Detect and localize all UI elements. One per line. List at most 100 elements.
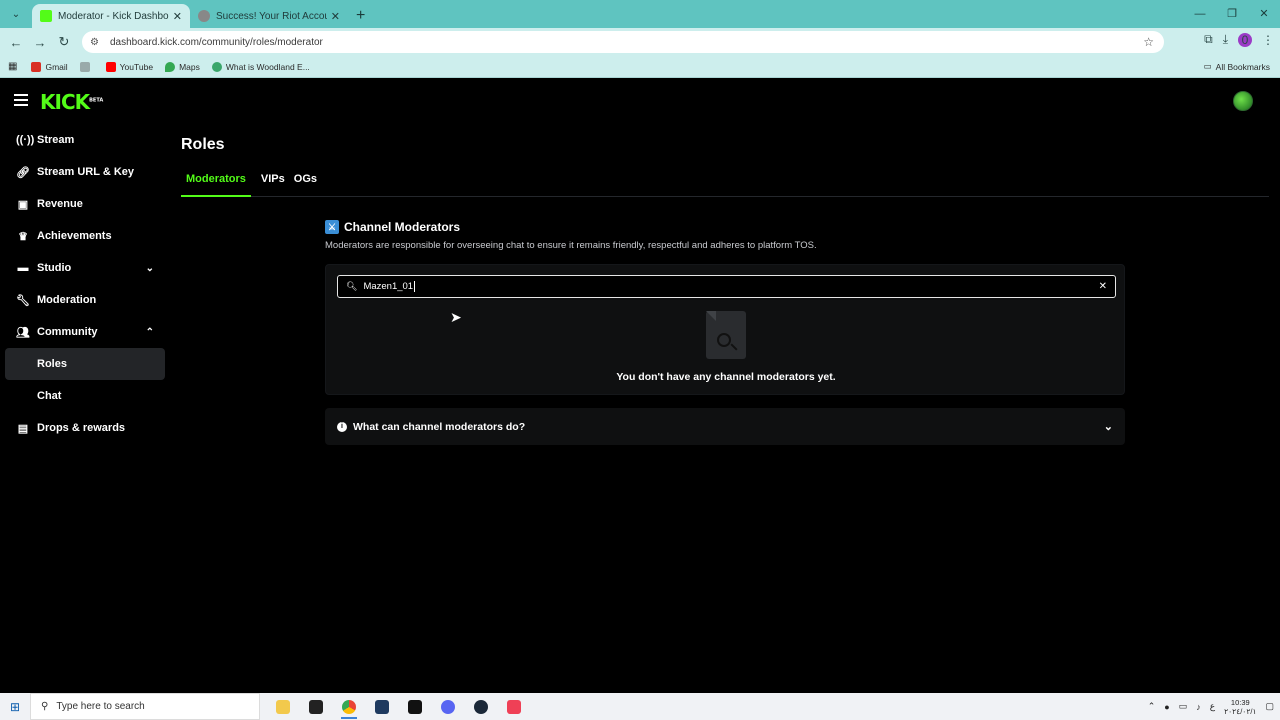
app-topbar: KICKBETA <box>0 80 1280 122</box>
address-bar[interactable]: ⚙ dashboard.kick.com/community/roles/mod… <box>82 31 1164 53</box>
bookmark-gmail[interactable]: Gmail <box>31 61 68 72</box>
bookmark-maps[interactable]: Maps <box>165 61 200 72</box>
windows-taskbar: ⊞ ⚲ Type here to search ⌃ ● ▭ ♪ ع 10:39 … <box>0 693 1280 720</box>
tab-title: Moderator - Kick Dashboard <box>58 10 169 22</box>
trophy-icon: ♛ <box>18 230 28 243</box>
roles-tabs: Moderators VIPs OGs <box>181 173 1269 197</box>
toolbar-right: ⧉ ⤓ 0 ⋮ <box>1204 32 1274 47</box>
maps-icon <box>165 61 176 72</box>
chevron-down-icon: ⌄ <box>145 262 154 274</box>
bookmark-star-icon[interactable]: ☆ <box>1143 35 1154 49</box>
folder-icon: ▭ <box>1203 61 1212 71</box>
discord-icon[interactable] <box>435 693 461 720</box>
browser-tab-active[interactable]: Moderator - Kick Dashboard ✕ <box>32 4 190 28</box>
hamburger-menu-icon[interactable] <box>14 94 28 109</box>
channel-moderators-section: ⚔ Channel Moderators Moderators are resp… <box>325 220 1125 445</box>
sidebar-item-community[interactable]: 👥︎ Community ⌃ <box>0 316 170 348</box>
bookmark-woodland[interactable]: What is Woodland E... <box>211 61 310 72</box>
empty-state-text: You don't have any channel moderators ye… <box>616 371 836 383</box>
menu-kebab-icon[interactable]: ⋮ <box>1262 33 1274 47</box>
app-icon[interactable] <box>369 693 395 720</box>
tab-vips[interactable]: VIPs <box>256 173 290 196</box>
broadcast-icon: ((·)) <box>16 134 35 146</box>
microphone-icon[interactable]: ● <box>1164 702 1169 712</box>
chrome-icon[interactable] <box>336 693 362 720</box>
url-text: dashboard.kick.com/community/roles/moder… <box>110 36 323 48</box>
community-icon: 👥︎ <box>16 326 30 339</box>
bookmark-blank[interactable] <box>79 61 94 72</box>
apps-grid-icon[interactable]: ▦ <box>8 61 17 72</box>
main-content: Roles Moderators VIPs OGs ⚔ Channel Mode… <box>181 124 1269 445</box>
back-icon[interactable]: ← <box>4 35 28 50</box>
taskbar-apps <box>270 693 534 720</box>
link-icon: 🔗︎ <box>16 166 30 179</box>
moderator-search-input[interactable]: 🔍︎ Mazen1_01 ✕ <box>337 275 1116 298</box>
browser-tab[interactable]: Success! Your Riot Account is n ✕ <box>190 4 348 28</box>
tab-moderators[interactable]: Moderators <box>181 173 251 197</box>
kick-logo[interactable]: KICKBETA <box>40 90 103 114</box>
notifications-icon[interactable]: ▢ <box>1265 701 1274 712</box>
chevron-up-icon[interactable]: ⌃ <box>1148 701 1156 712</box>
close-window-icon[interactable]: ✕ <box>1248 0 1280 28</box>
profile-avatar[interactable]: 0 <box>1238 32 1252 47</box>
section-title: Channel Moderators <box>344 220 461 234</box>
user-avatar[interactable] <box>1233 91 1253 111</box>
capcut-icon[interactable] <box>402 693 428 720</box>
moderators-faq-accordion[interactable]: i What can channel moderators do? ⌄ <box>325 408 1125 445</box>
bookmark-youtube[interactable]: YouTube <box>105 61 153 72</box>
file-explorer-icon[interactable] <box>270 693 296 720</box>
section-header: ⚔ Channel Moderators <box>325 220 1125 234</box>
windows-start-icon[interactable]: ⊞ <box>0 700 30 714</box>
youtube-icon <box>105 61 116 72</box>
sidebar-item-stream-url-key[interactable]: 🔗︎ Stream URL & Key <box>0 156 170 188</box>
volume-icon[interactable]: ♪ <box>1196 702 1201 712</box>
window-controls: — ❐ ✕ <box>1184 0 1280 28</box>
network-icon[interactable]: ▭ <box>1179 701 1188 712</box>
pocket-icon[interactable] <box>501 693 527 720</box>
system-tray: ⌃ ● ▭ ♪ ع 10:39 ٢٠٢٤/٠٢/١ ▢ <box>1148 698 1274 716</box>
reload-icon[interactable]: ↻ <box>52 34 76 50</box>
steam-icon[interactable] <box>468 693 494 720</box>
riot-favicon-icon <box>198 10 210 22</box>
sidebar-item-drops-rewards[interactable]: ▤ Drops & rewards <box>0 412 170 444</box>
download-icon[interactable]: ⤓ <box>1223 32 1228 47</box>
sidebar-item-achievements[interactable]: ♛ Achievements <box>0 220 170 252</box>
globe-icon <box>79 61 90 72</box>
search-value: Mazen1_01 <box>363 281 414 292</box>
close-tab-icon[interactable]: ✕ <box>173 10 182 23</box>
clear-search-icon[interactable]: ✕ <box>1099 281 1107 292</box>
extensions-icon[interactable]: ⧉ <box>1204 32 1213 47</box>
woodland-icon <box>211 61 222 72</box>
sidebar-item-revenue[interactable]: ▣ Revenue <box>0 188 170 220</box>
store-icon[interactable] <box>303 693 329 720</box>
tab-title: Success! Your Riot Account is n <box>216 10 327 22</box>
minimize-icon[interactable]: — <box>1184 0 1216 28</box>
section-description: Moderators are responsible for overseein… <box>325 240 817 251</box>
close-tab-icon[interactable]: ✕ <box>331 10 340 23</box>
info-icon: i <box>337 421 347 432</box>
new-tab-button[interactable]: + <box>356 7 365 25</box>
page-title: Roles <box>181 136 225 153</box>
browser-tab-bar: ⌄ Moderator - Kick Dashboard ✕ Success! … <box>0 0 1280 28</box>
sidebar-item-roles[interactable]: Roles <box>5 348 165 380</box>
forward-icon[interactable]: → <box>28 35 52 50</box>
clock[interactable]: 10:39 ٢٠٢٤/٠٢/١ <box>1224 698 1256 716</box>
all-bookmarks[interactable]: ▭ All Bookmarks <box>1204 61 1270 72</box>
sidebar-item-chat[interactable]: Chat <box>0 380 170 412</box>
studio-icon: ▬ <box>17 262 29 274</box>
taskbar-search-box[interactable]: ⚲ Type here to search <box>30 693 260 720</box>
language-icon[interactable]: ع <box>1210 701 1215 712</box>
moderator-sword-icon: ⚔ <box>325 220 339 234</box>
mouse-cursor-icon: ➤ <box>450 309 462 325</box>
browser-toolbar: ← → ↻ ⚙ dashboard.kick.com/community/rol… <box>0 28 1280 56</box>
tab-search-icon[interactable]: ⌄ <box>6 4 26 24</box>
site-info-icon[interactable]: ⚙ <box>90 37 102 48</box>
tab-ogs[interactable]: OGs <box>289 173 322 196</box>
sidebar-item-moderation[interactable]: 🔧︎ Moderation <box>0 284 170 316</box>
faq-title: What can channel moderators do? <box>353 420 526 433</box>
sidebar-item-studio[interactable]: ▬ Studio ⌄ <box>0 252 170 284</box>
restore-icon[interactable]: ❐ <box>1216 0 1248 28</box>
sidebar-nav: ((·)) Stream 🔗︎ Stream URL & Key ▣ Revenue … <box>0 124 170 444</box>
text-caret <box>414 281 416 292</box>
sidebar-item-stream[interactable]: ((·)) Stream <box>0 124 170 156</box>
